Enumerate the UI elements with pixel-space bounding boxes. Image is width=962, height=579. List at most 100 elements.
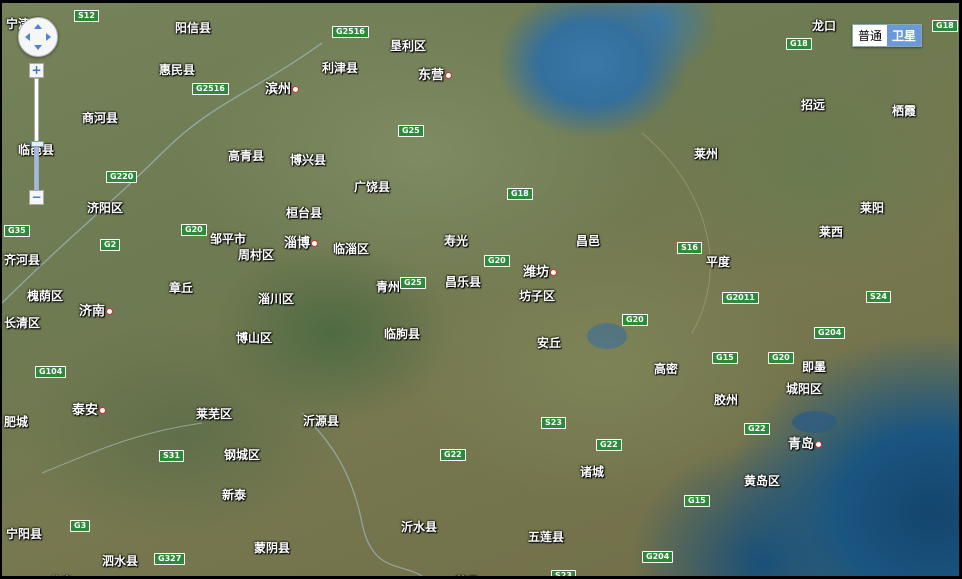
place-label[interactable]: 章丘 <box>169 279 193 296</box>
satellite-map[interactable]: 宁津县阳信县垦利区龙口惠民县滨州利津县东营招远栖霞商河县临邑县高青县博兴县莱州广… <box>2 3 959 576</box>
place-label[interactable]: 钢城区 <box>224 446 260 463</box>
zoom-in-button[interactable]: + <box>29 63 44 78</box>
place-label[interactable]: 博山区 <box>236 329 272 346</box>
place-label[interactable]: 临淄区 <box>333 240 369 257</box>
place-label[interactable]: 胶州 <box>714 391 738 408</box>
place-label[interactable]: 昌乐县 <box>445 273 481 290</box>
place-name: 招远 <box>801 98 826 112</box>
place-label[interactable]: 莱西 <box>819 223 843 240</box>
place-name: 垦利区 <box>390 39 427 53</box>
place-label[interactable]: 滨州 <box>265 78 300 97</box>
zoom-slider-track[interactable] <box>31 78 44 192</box>
zoom-control[interactable]: + − <box>29 63 44 207</box>
place-label[interactable]: 长清区 <box>4 314 40 331</box>
place-label[interactable]: 城阳区 <box>786 380 822 397</box>
place-name: 寿光 <box>444 234 469 248</box>
place-name: 栖霞 <box>892 104 917 118</box>
place-label[interactable]: 蒙阴县 <box>254 539 290 556</box>
place-label[interactable]: 平度 <box>706 253 730 270</box>
place-label[interactable]: 青岛 <box>788 433 823 452</box>
road-shield: G20 <box>622 314 648 326</box>
city-marker-icon <box>106 308 114 315</box>
pan-control[interactable] <box>18 17 58 57</box>
place-name: 潍坊 <box>523 265 550 280</box>
place-name: 黄岛区 <box>744 474 781 488</box>
road-shield: G18 <box>507 188 533 200</box>
place-label[interactable]: 周村区 <box>238 246 274 263</box>
place-label[interactable]: 泰安 <box>72 399 107 418</box>
place-label[interactable]: 槐荫区 <box>27 287 63 304</box>
place-name: 青岛 <box>788 437 815 452</box>
road-shield: G20 <box>768 352 794 364</box>
place-label[interactable]: 沂水县 <box>401 518 437 535</box>
place-name: 高青县 <box>228 149 265 163</box>
road-shield: G18 <box>932 20 958 32</box>
map-type-switch[interactable]: 普通 卫星 <box>851 24 922 47</box>
pan-arrows-icon[interactable] <box>19 18 57 56</box>
place-label[interactable]: 利津县 <box>322 59 358 76</box>
place-label[interactable]: 济南 <box>79 300 114 319</box>
road-shield: S23 <box>541 417 566 429</box>
place-label[interactable]: 龙口 <box>812 17 836 34</box>
place-label[interactable]: 宁阳县 <box>6 525 42 542</box>
place-label[interactable]: 邹平市 <box>210 230 246 247</box>
place-name: 龙口 <box>812 19 837 33</box>
place-label[interactable]: 博兴县 <box>290 151 326 168</box>
road-shield: G20 <box>181 224 207 236</box>
place-name: 济阳区 <box>87 201 124 215</box>
place-label[interactable]: 济阳区 <box>87 199 123 216</box>
place-name: 曲阜 <box>49 575 73 576</box>
place-label[interactable]: 黄岛区 <box>744 472 780 489</box>
place-label[interactable]: 淄博 <box>284 232 319 251</box>
place-label[interactable]: 坊子区 <box>519 287 555 304</box>
place-label[interactable]: 惠民县 <box>159 61 195 78</box>
road-shield: G22 <box>744 423 770 435</box>
place-label[interactable]: 垦利区 <box>390 37 426 54</box>
place-label[interactable]: 潍坊 <box>523 261 558 280</box>
place-label[interactable]: 高青县 <box>228 147 264 164</box>
place-label[interactable]: 寿光 <box>444 232 468 249</box>
place-name: 高密 <box>654 362 679 376</box>
zoom-slider-handle[interactable] <box>31 140 44 147</box>
place-label[interactable]: 肥城 <box>4 413 28 430</box>
place-label[interactable]: 高密 <box>654 360 678 377</box>
map-type-satellite-button[interactable]: 卫星 <box>886 25 921 46</box>
place-label[interactable]: 五莲县 <box>528 528 564 545</box>
place-label[interactable]: 招远 <box>801 96 825 113</box>
place-label[interactable]: 沂源县 <box>303 412 339 429</box>
place-label[interactable]: 青州 <box>376 278 400 295</box>
place-label[interactable]: 莱阳 <box>860 199 884 216</box>
place-label[interactable]: 临朐县 <box>384 325 420 342</box>
place-label[interactable]: 莱芜区 <box>196 405 232 422</box>
place-label[interactable]: 广饶县 <box>354 178 390 195</box>
road-shield: G22 <box>440 449 466 461</box>
place-label[interactable]: 淄川区 <box>258 290 294 307</box>
road-shield: S12 <box>74 10 99 22</box>
road-shield: G204 <box>814 327 846 339</box>
city-marker-icon <box>292 86 300 93</box>
road-shield: G2516 <box>192 83 229 95</box>
place-label[interactable]: 莒县 <box>455 573 479 576</box>
place-label[interactable]: 泗水县 <box>102 552 138 569</box>
road-shield: G327 <box>154 553 186 565</box>
road-shield: G3 <box>70 520 91 532</box>
place-label[interactable]: 齐河县 <box>4 251 40 268</box>
place-name: 商河县 <box>82 111 119 125</box>
place-label[interactable]: 桓台县 <box>286 204 322 221</box>
place-label[interactable]: 曲阜 <box>49 573 73 576</box>
place-label[interactable]: 即墨 <box>802 358 826 375</box>
road-shield: G15 <box>712 352 738 364</box>
place-label[interactable]: 商河县 <box>82 109 118 126</box>
place-name: 长清区 <box>4 316 41 330</box>
zoom-out-button[interactable]: − <box>29 190 44 205</box>
place-label[interactable]: 阳信县 <box>175 19 211 36</box>
place-label[interactable]: 安丘 <box>537 334 561 351</box>
place-label[interactable]: 诸城 <box>580 463 604 480</box>
place-label[interactable]: 栖霞 <box>892 102 916 119</box>
place-label[interactable]: 莱州 <box>694 145 718 162</box>
place-label[interactable]: 昌邑 <box>576 232 600 249</box>
map-type-normal-button[interactable]: 普通 <box>853 25 887 46</box>
place-name: 平度 <box>706 255 731 269</box>
place-label[interactable]: 东营 <box>418 64 453 83</box>
place-label[interactable]: 新泰 <box>222 486 246 503</box>
